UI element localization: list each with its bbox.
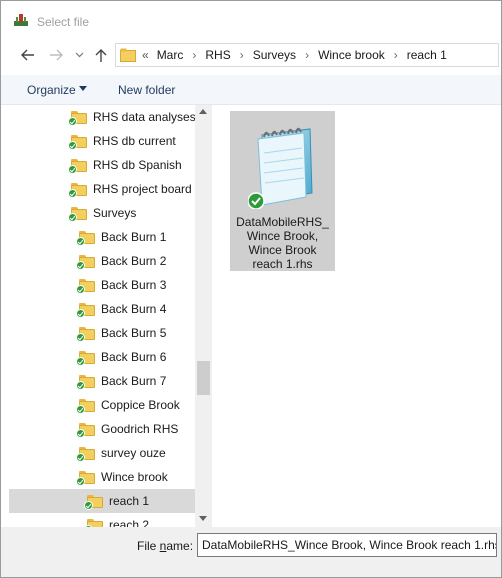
forward-arrow-icon[interactable]	[47, 45, 67, 65]
nav-item-label: Back Burn 4	[101, 302, 167, 316]
nav-item[interactable]: Back Burn 7	[9, 369, 196, 393]
scroll-down-icon[interactable]	[199, 516, 207, 521]
chevron-right-icon[interactable]: ›	[394, 48, 398, 62]
synced-folder-icon	[68, 110, 87, 126]
file-list: DataMobileRHS_ Wince Brook, Wince Brook …	[213, 105, 501, 527]
synced-folder-icon	[68, 182, 87, 198]
organize-dropdown-icon[interactable]	[79, 86, 87, 91]
nav-item[interactable]: Goodrich RHS	[9, 417, 196, 441]
nav-item-label: Surveys	[93, 206, 137, 220]
synced-folder-icon	[76, 350, 95, 366]
app-icon	[14, 14, 28, 26]
breadcrumb-reach-1[interactable]: reach 1	[407, 48, 447, 62]
nav-item-label: Back Burn 3	[101, 278, 167, 292]
synced-folder-icon	[76, 446, 95, 462]
nav-item-label: survey ouze	[101, 446, 166, 460]
nav-item-label: reach 2	[109, 518, 150, 527]
breadcrumb-overflow-icon[interactable]: «	[142, 48, 149, 62]
breadcrumb-surveys[interactable]: Surveys	[253, 48, 296, 62]
nav-item[interactable]: RHS data analyses	[9, 105, 196, 129]
recent-locations-chevron-icon[interactable]	[73, 45, 85, 65]
synced-folder-icon	[76, 374, 95, 390]
nav-item-label: Back Burn 5	[101, 326, 167, 340]
breadcrumb-marc[interactable]: Marc	[157, 48, 184, 62]
nav-item-label: reach 1	[109, 494, 150, 508]
nav-item[interactable]: Surveys	[9, 201, 196, 225]
scrollbar-thumb[interactable]	[197, 361, 210, 395]
chevron-right-icon[interactable]: ›	[240, 48, 244, 62]
nav-item[interactable]: RHS db current	[9, 129, 196, 153]
nav-item[interactable]: reach 2	[9, 513, 196, 527]
synced-folder-icon	[76, 230, 95, 246]
nav-item-label: Goodrich RHS	[101, 422, 179, 436]
nav-item-label: RHS project board	[93, 182, 192, 196]
scroll-up-icon[interactable]	[199, 109, 207, 114]
command-bar: Organize New folder	[1, 75, 501, 105]
nav-item[interactable]: Wince brook	[9, 465, 196, 489]
nav-item-label: Wince brook	[101, 470, 168, 484]
back-arrow-icon[interactable]	[17, 45, 37, 65]
organize-button[interactable]: Organize	[27, 83, 76, 97]
nav-item-label: Back Burn 2	[101, 254, 167, 268]
notepad-file-icon	[248, 127, 313, 209]
nav-item-label: Back Burn 7	[101, 374, 167, 388]
synced-folder-icon	[68, 134, 87, 150]
nav-item-label: RHS data analyses	[93, 110, 196, 124]
navigation-pane: RHS data analyses RHS db current RHS db Sp…	[9, 105, 211, 527]
nav-item-label: Back Burn 6	[101, 350, 167, 364]
nav-item[interactable]: reach 1	[9, 489, 196, 513]
nav-item-label: Coppice Brook	[101, 398, 180, 412]
folder-icon	[120, 48, 136, 62]
chevron-right-icon[interactable]: ›	[305, 48, 309, 62]
nav-item-label: RHS db current	[93, 134, 176, 148]
nav-item[interactable]: Back Burn 3	[9, 273, 196, 297]
select-file-dialog: Select file « Marc › RHS › Surveys › Win…	[0, 0, 502, 578]
file-name-label: DataMobileRHS_ Wince Brook, Wince Brook …	[236, 215, 329, 271]
nav-item-label: Back Burn 1	[101, 230, 167, 244]
file-name-label-prefix: File	[137, 539, 160, 553]
synced-folder-icon	[76, 326, 95, 342]
nav-item[interactable]: Back Burn 5	[9, 321, 196, 345]
synced-folder-icon	[84, 518, 103, 527]
nav-item[interactable]: RHS project board	[9, 177, 196, 201]
synced-folder-icon	[68, 206, 87, 222]
synced-folder-icon	[76, 254, 95, 270]
window-title: Select file	[37, 15, 90, 29]
synced-folder-icon	[84, 494, 103, 510]
nav-item[interactable]: Back Burn 6	[9, 345, 196, 369]
file-name-label-suffix: ame:	[166, 539, 194, 553]
nav-item[interactable]: Coppice Brook	[9, 393, 196, 417]
nav-item[interactable]: Back Burn 2	[9, 249, 196, 273]
navigation-scrollbar[interactable]	[195, 105, 212, 527]
title-bar: Select file	[1, 1, 501, 37]
chevron-right-icon[interactable]: ›	[192, 48, 196, 62]
synced-folder-icon	[76, 302, 95, 318]
footer-bar: File name: DataMobileRHS_Wince Brook, Wi…	[1, 527, 501, 577]
nav-item[interactable]: Back Burn 1	[9, 225, 196, 249]
file-name-label: File name:	[137, 539, 193, 553]
synced-folder-icon	[76, 398, 95, 414]
nav-item[interactable]: RHS db Spanish	[9, 153, 196, 177]
breadcrumb-wince-brook[interactable]: Wince brook	[318, 48, 385, 62]
nav-item[interactable]: survey ouze	[9, 441, 196, 465]
up-arrow-icon[interactable]	[91, 45, 111, 65]
synced-folder-icon	[68, 158, 87, 174]
address-bar[interactable]: « Marc › RHS › Surveys › Wince brook › r…	[115, 43, 499, 67]
breadcrumb-rhs[interactable]: RHS	[205, 48, 230, 62]
synced-folder-icon	[76, 470, 95, 486]
synced-folder-icon	[76, 278, 95, 294]
file-item[interactable]: DataMobileRHS_ Wince Brook, Wince Brook …	[230, 111, 335, 271]
nav-item[interactable]: Back Burn 4	[9, 297, 196, 321]
file-name-input[interactable]: DataMobileRHS_Wince Brook, Wince Brook r…	[197, 533, 497, 557]
new-folder-button[interactable]: New folder	[118, 83, 175, 97]
synced-folder-icon	[76, 422, 95, 438]
nav-item-label: RHS db Spanish	[93, 158, 182, 172]
